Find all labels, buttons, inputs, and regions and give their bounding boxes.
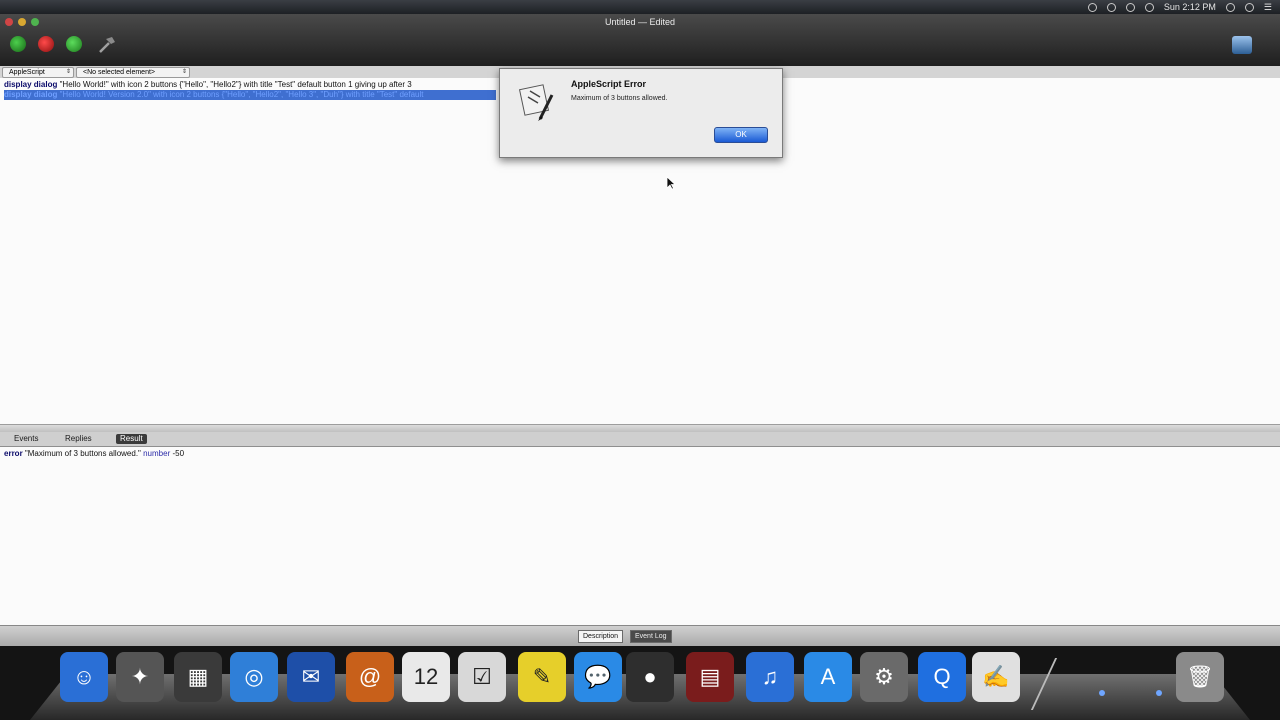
result-line: error "Maximum of 3 buttons allowed." nu… [4, 449, 184, 459]
element-popup-label: <No selected element> [83, 69, 155, 76]
running-indicator [1099, 690, 1105, 696]
ok-button[interactable]: OK [714, 127, 768, 143]
menubar-clock[interactable]: Sun 2:12 PM [1164, 2, 1216, 12]
wifi-icon[interactable] [1125, 2, 1135, 12]
code-line-2[interactable]: display dialog "Hello World! Version 2.0… [4, 90, 496, 100]
app-store-icon[interactable]: A [804, 652, 852, 702]
notification-center-icon[interactable]: ☰ [1264, 2, 1272, 13]
mail-icon[interactable]: ✉ [287, 652, 335, 702]
result-keyword: error [4, 449, 23, 458]
language-popup[interactable]: AppleScript ⇕ [2, 67, 74, 78]
description-tab[interactable]: Description [578, 630, 624, 643]
language-popup-label: AppleScript [9, 69, 45, 76]
code-line-1[interactable]: display dialog "Hello World!" with icon … [4, 80, 412, 90]
running-indicator [1156, 690, 1162, 696]
run-button[interactable] [66, 36, 82, 52]
code-keyword: display dialog [4, 90, 58, 99]
finder-icon[interactable]: ☺ [60, 652, 108, 702]
dialog-title: AppleScript Error [571, 79, 647, 89]
dock: ☺ ✦ ▦ ◎ ✉ @12 ☑ ✎ 💬 ● ▤ ♫ A ⚙ Q ✍ 🗑 [0, 646, 1280, 720]
ical-icon[interactable]: 12 [402, 652, 450, 702]
user-icon[interactable] [1225, 2, 1235, 12]
spotlight-icon[interactable] [1244, 2, 1254, 12]
result-message: "Maximum of 3 buttons allowed." [24, 449, 141, 458]
compile-hammer-icon[interactable] [97, 36, 117, 54]
applescript-error-dialog: AppleScript Error Maximum of 3 buttons a… [499, 68, 783, 158]
bottom-bar: Description Event Log [0, 625, 1280, 647]
stickies-icon[interactable]: ✎ [518, 652, 566, 702]
mouse-cursor-icon [666, 176, 676, 190]
tab-replies[interactable]: Replies [61, 434, 96, 444]
result-number-value: -50 [172, 449, 185, 458]
system-preferences-icon[interactable]: ⚙ [860, 652, 908, 702]
facetime-icon[interactable]: ● [626, 652, 674, 702]
tab-events[interactable]: Events [10, 434, 42, 444]
event-log-tab[interactable]: Event Log [630, 630, 672, 643]
photo-booth-icon[interactable]: ▤ [686, 652, 734, 702]
record-button[interactable] [10, 36, 26, 52]
bluetooth-icon[interactable] [1106, 2, 1116, 12]
mission-control-icon[interactable]: ▦ [174, 652, 222, 702]
element-popup[interactable]: <No selected element> ⇕ [76, 67, 190, 78]
popup-arrows-icon: ⇕ [181, 69, 187, 75]
code-keyword: display dialog [4, 80, 58, 89]
itunes-icon[interactable]: ♫ [746, 652, 794, 702]
tab-result[interactable]: Result [116, 434, 147, 444]
time-machine-icon[interactable] [1087, 2, 1097, 12]
window-title: Untitled — Edited [604, 17, 676, 27]
result-number-label: number [143, 449, 171, 458]
code-text: "Hello World!" with icon 2 buttons {"Hel… [59, 80, 412, 89]
trash-icon[interactable]: 🗑 [1176, 652, 1224, 702]
script-editor-icon [518, 84, 554, 121]
volume-icon[interactable] [1144, 2, 1154, 12]
reminders-icon[interactable]: ☑ [458, 652, 506, 702]
log-tab-bar: Events Replies Result [0, 432, 1280, 447]
menu-bar: Sun 2:12 PM ☰ [0, 0, 1280, 14]
stop-button[interactable] [38, 36, 54, 52]
quicktime-icon[interactable]: Q [918, 652, 966, 702]
script-editor-icon[interactable]: ✍ [972, 652, 1020, 702]
bundle-contents-icon[interactable] [1232, 36, 1252, 54]
address-book-icon[interactable]: @ [346, 652, 394, 702]
safari-icon[interactable]: ◎ [230, 652, 278, 702]
code-text: "Hello World! Version 2.0" with icon 2 b… [59, 90, 424, 99]
title-bar: Untitled — Edited [0, 14, 1280, 66]
result-pane[interactable]: error "Maximum of 3 buttons allowed." nu… [0, 447, 1280, 625]
popup-arrows-icon: ⇕ [65, 69, 71, 75]
launchpad-icon[interactable]: ✦ [116, 652, 164, 702]
dialog-message: Maximum of 3 buttons allowed. [571, 95, 668, 102]
ichat-icon[interactable]: 💬 [574, 652, 622, 702]
